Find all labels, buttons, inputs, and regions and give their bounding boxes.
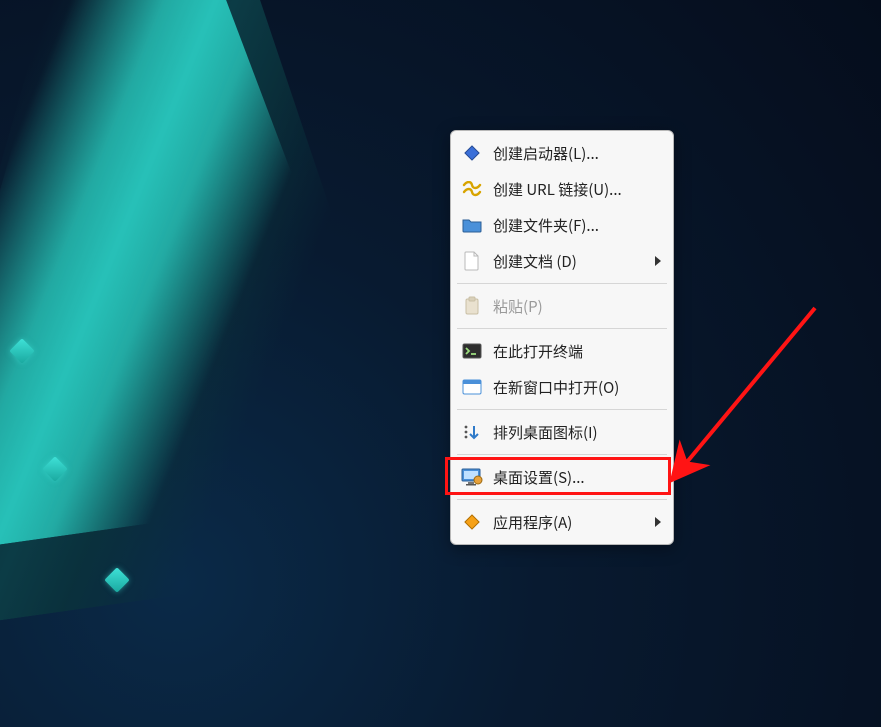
menu-item-label: 创建 URL 链接(U)... bbox=[493, 179, 661, 200]
menu-item-label: 排列桌面图标(I) bbox=[493, 422, 661, 443]
menu-item-label: 创建启动器(L)... bbox=[493, 143, 661, 164]
submenu-arrow-icon bbox=[655, 517, 661, 527]
diamond-orange-icon bbox=[461, 511, 483, 533]
menu-item-create-document[interactable]: 创建文档 (D) bbox=[451, 243, 673, 279]
menu-item-label: 粘贴(P) bbox=[493, 296, 661, 317]
menu-item-open-window[interactable]: 在新窗口中打开(O) bbox=[451, 369, 673, 405]
menu-item-label: 在此打开终端 bbox=[493, 341, 661, 362]
menu-separator bbox=[457, 328, 667, 329]
menu-item-desktop-settings[interactable]: 桌面设置(S)... bbox=[451, 459, 673, 495]
menu-item-label: 桌面设置(S)... bbox=[493, 467, 661, 488]
menu-item-label: 应用程序(A) bbox=[493, 512, 647, 533]
menu-item-label: 在新窗口中打开(O) bbox=[493, 377, 661, 398]
menu-item-paste: 粘贴(P) bbox=[451, 288, 673, 324]
sort-arrows-icon bbox=[461, 421, 483, 443]
display-settings-icon bbox=[461, 466, 483, 488]
document-blank-icon bbox=[461, 250, 483, 272]
terminal-icon bbox=[461, 340, 483, 362]
desktop-context-menu: 创建启动器(L)... 创建 URL 链接(U)... 创建文件夹(F)... 创建文… bbox=[450, 130, 674, 545]
submenu-arrow-icon bbox=[655, 256, 661, 266]
menu-item-label: 创建文档 (D) bbox=[493, 251, 647, 272]
menu-separator bbox=[457, 409, 667, 410]
desktop-background[interactable]: 创建启动器(L)... 创建 URL 链接(U)... 创建文件夹(F)... 创建文… bbox=[0, 0, 881, 727]
link-yellow-icon bbox=[461, 178, 483, 200]
menu-separator bbox=[457, 454, 667, 455]
menu-item-create-folder[interactable]: 创建文件夹(F)... bbox=[451, 207, 673, 243]
window-blue-icon bbox=[461, 376, 483, 398]
menu-item-label: 创建文件夹(F)... bbox=[493, 215, 661, 236]
clipboard-icon bbox=[461, 295, 483, 317]
menu-item-create-launcher[interactable]: 创建启动器(L)... bbox=[451, 135, 673, 171]
menu-item-create-url[interactable]: 创建 URL 链接(U)... bbox=[451, 171, 673, 207]
menu-item-arrange-icons[interactable]: 排列桌面图标(I) bbox=[451, 414, 673, 450]
menu-item-open-terminal[interactable]: 在此打开终端 bbox=[451, 333, 673, 369]
menu-item-applications[interactable]: 应用程序(A) bbox=[451, 504, 673, 540]
menu-separator bbox=[457, 283, 667, 284]
diamond-blue-icon bbox=[461, 142, 483, 164]
folder-blue-icon bbox=[461, 214, 483, 236]
menu-separator bbox=[457, 499, 667, 500]
